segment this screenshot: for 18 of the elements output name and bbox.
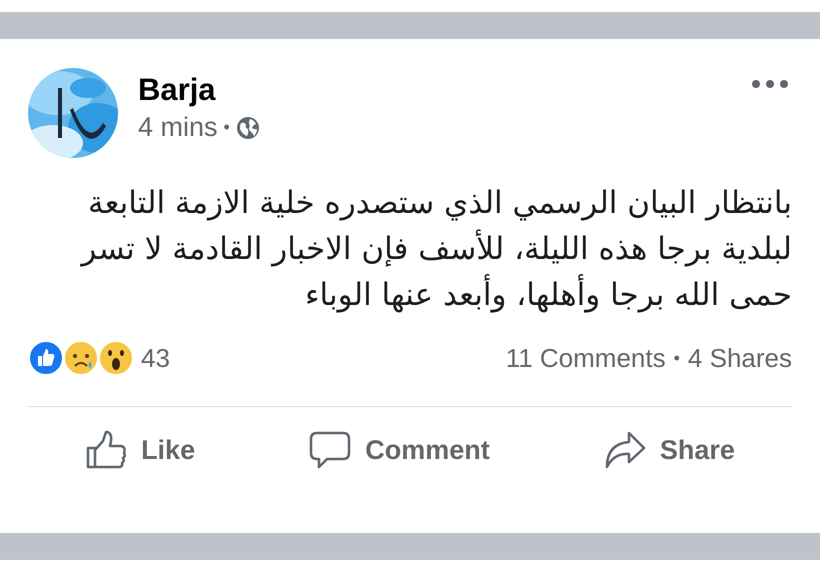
share-arrow-icon [604, 429, 648, 471]
reaction-count[interactable]: 43 [141, 342, 170, 374]
share-button[interactable]: Share [596, 425, 743, 475]
separator-dot: • [224, 117, 230, 138]
shares-count[interactable]: 4 Shares [688, 342, 792, 374]
post-text: بانتظار البيان الرسمي الذي ستصدره خلية الازمة التابعة لبلدية برجا هذه الليلة، للأسف فإن الاخبار القادمة لا تسر حمى الله برجا وأهلها، وأبعد عنها الوباء [79, 184, 792, 315]
post-time[interactable]: 4 mins [138, 112, 218, 143]
like-reaction-icon [28, 340, 64, 376]
like-button[interactable]: Like [77, 425, 204, 475]
comments-count[interactable]: 11 Comments [506, 342, 666, 374]
more-options-icon[interactable] [752, 80, 788, 88]
sad-face-icon [63, 340, 99, 376]
globe-icon [236, 116, 260, 140]
comment-button[interactable]: Comment [301, 425, 498, 475]
speech-bubble-icon [309, 429, 354, 471]
separator-dot: • [674, 348, 680, 368]
author-name[interactable]: Barja [138, 72, 216, 108]
surprised-face-icon [98, 340, 134, 376]
